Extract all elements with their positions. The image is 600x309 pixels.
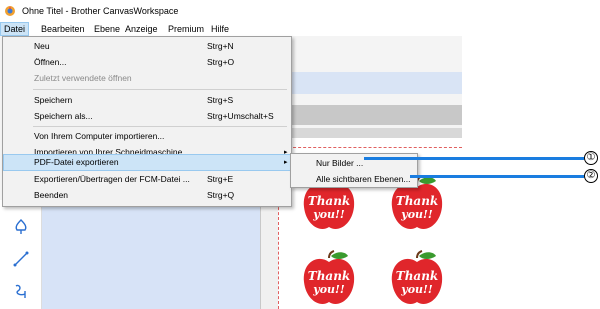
menu-item-label: Von Ihrem Computer importieren... <box>34 131 165 141</box>
menu-premium[interactable]: Premium <box>165 22 207 36</box>
horizontal-ruler <box>290 105 462 125</box>
menu-separator <box>33 126 287 127</box>
tool-panel <box>0 200 42 309</box>
menu-item-label: Beenden <box>34 190 69 200</box>
menu-item-speichern[interactable]: Speichern Strg+S <box>4 93 290 108</box>
menu-item-neu[interactable]: Neu Strg+N <box>4 39 290 54</box>
callout-line-1 <box>364 157 584 160</box>
submenu-item-label: Nur Bilder ... <box>316 158 364 168</box>
menu-bar: Datei Bearbeiten Ebene Anzeige Premium H… <box>0 22 462 36</box>
menu-item-pdf-export[interactable]: PDF-Datei exportieren ▸ <box>3 154 291 171</box>
menu-anzeige[interactable]: Anzeige <box>122 22 161 36</box>
menu-item-recent: Zuletzt verwendete öffnen <box>4 71 290 86</box>
apple-text-line1: Thank <box>308 194 350 208</box>
submenu-arrow-icon: ▸ <box>284 159 288 166</box>
apple-text-line2: you!! <box>400 208 433 221</box>
menu-datei[interactable]: Datei <box>0 22 30 36</box>
menu-item-export-fcm[interactable]: Exportieren/Übertragen der FCM-Datei ...… <box>4 172 290 187</box>
menu-item-shortcut: Strg+Umschalt+S <box>207 111 274 121</box>
callout-number-1: ① <box>584 151 598 165</box>
apple-text-line1: Thank <box>396 194 438 208</box>
menu-item-oeffnen[interactable]: Öffnen... Strg+O <box>4 55 290 70</box>
menu-item-import-computer[interactable]: Von Ihrem Computer importieren... <box>4 129 290 144</box>
apple-text-line1: Thank <box>308 269 350 283</box>
submenu-item-label: Alle sichtbaren Ebenen... <box>316 174 411 184</box>
title-bar: Ohne Titel - Brother CanvasWorkspace <box>0 0 462 22</box>
apple-text-line2: you!! <box>312 283 345 296</box>
menu-item-label: Speichern als... <box>34 111 93 121</box>
submenu-item-all-visible-layers[interactable]: Alle sichtbaren Ebenen... <box>292 172 416 187</box>
menu-item-label: Speichern <box>34 95 73 105</box>
window-title: Ohne Titel - Brother CanvasWorkspace <box>22 6 179 16</box>
page-boundary <box>278 147 462 148</box>
menu-item-speichern-als[interactable]: Speichern als... Strg+Umschalt+S <box>4 109 290 124</box>
object-panel <box>42 200 260 309</box>
freehand-icon[interactable] <box>12 282 30 300</box>
apple-text-line1: Thank <box>396 269 438 283</box>
apple-text-line2: you!! <box>400 283 433 296</box>
apple-artwork[interactable]: Thank you!! <box>388 250 446 308</box>
menu-item-shortcut: Strg+O <box>207 57 235 67</box>
apple-text-line2: you!! <box>312 208 345 221</box>
line-icon[interactable] <box>12 250 30 268</box>
menu-item-label: Zuletzt verwendete öffnen <box>34 73 132 83</box>
file-menu-dropdown: Neu Strg+N Öffnen... Strg+O Zuletzt verw… <box>2 36 292 207</box>
menu-item-label: PDF-Datei exportieren <box>34 157 119 167</box>
vertical-ruler <box>260 200 278 309</box>
menu-ebene[interactable]: Ebene <box>91 22 123 36</box>
menu-item-shortcut: Strg+Q <box>207 190 235 200</box>
menu-hilfe[interactable]: Hilfe <box>208 22 232 36</box>
menu-item-label: Öffnen... <box>34 57 67 67</box>
menu-item-shortcut: Strg+S <box>207 95 234 105</box>
apple-artwork[interactable]: Thank you!! <box>300 250 358 308</box>
menu-item-label: Neu <box>34 41 50 51</box>
menu-item-shortcut: Strg+E <box>207 174 234 184</box>
menu-item-shortcut: Strg+N <box>207 41 234 51</box>
shape-icon[interactable] <box>12 218 30 236</box>
toolbar-strip <box>290 72 462 94</box>
menu-item-label: Exportieren/Übertragen der FCM-Datei ... <box>34 174 190 184</box>
menu-item-beenden[interactable]: Beenden Strg+Q <box>4 188 290 203</box>
canvasworkspace-app-icon <box>5 6 15 16</box>
callout-number-2: ② <box>584 169 598 183</box>
menu-bearbeiten[interactable]: Bearbeiten <box>38 22 88 36</box>
menu-separator <box>33 89 287 90</box>
horizontal-ruler-scale <box>290 128 462 138</box>
callout-line-2 <box>410 175 584 178</box>
